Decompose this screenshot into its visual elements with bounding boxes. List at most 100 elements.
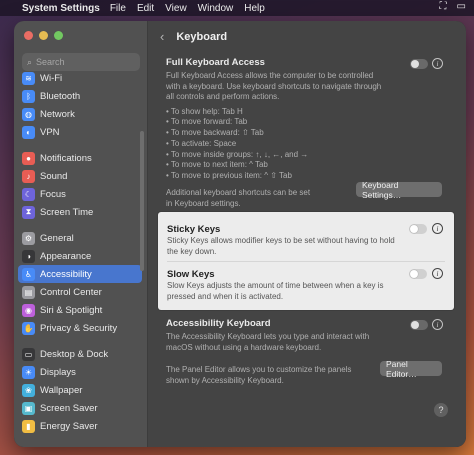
full-keyboard-access-section: Full Keyboard Access Full Keyboard Acces… xyxy=(166,57,448,182)
sticky-keys-toggle[interactable] xyxy=(409,224,427,234)
sidebar-item-network[interactable]: ◍ Network xyxy=(18,105,142,123)
sidebar-item-sound[interactable]: ♪ Sound xyxy=(18,167,142,185)
sidebar-item-label: Appearance xyxy=(40,250,92,262)
sidebar-item-accessibility[interactable]: ♿ Accessibility xyxy=(18,265,142,283)
sidebar-item-label: Focus xyxy=(40,188,66,200)
menu-view[interactable]: View xyxy=(165,3,187,14)
sidebar-item-wi-fi[interactable]: ≋ Wi-Fi xyxy=(18,69,142,87)
shortcut-item: • To move inside groups: ↑, ↓, ←, and → xyxy=(166,149,309,159)
moon-icon: ☾ xyxy=(22,187,35,201)
control-center-icon: ▤ xyxy=(22,285,35,299)
sidebar-item-label: Privacy & Security xyxy=(40,322,118,334)
menu-edit[interactable]: Edit xyxy=(137,3,154,14)
shortcut-item: • To activate: Space xyxy=(166,138,237,148)
globe-icon: ◍ xyxy=(22,107,35,121)
hand-icon: ✋ xyxy=(22,321,35,335)
sticky-keys-title: Sticky Keys xyxy=(167,224,221,235)
sidebar-item-label: Siri & Spotlight xyxy=(40,304,103,316)
sidebar-item-wallpaper[interactable]: ❀ Wallpaper xyxy=(18,381,142,399)
additional-shortcuts-text: Additional keyboard shortcuts can be set… xyxy=(166,188,311,208)
accessibility-keyboard-info-icon[interactable]: i xyxy=(432,319,443,330)
sidebar-item-siri-spotlight[interactable]: ◉ Siri & Spotlight xyxy=(18,301,142,319)
bell-icon: ● xyxy=(22,151,35,165)
help-button[interactable]: ? xyxy=(434,403,448,417)
slow-keys-toggle[interactable] xyxy=(409,269,427,279)
dock-icon: ▭ xyxy=(22,347,35,361)
accessibility-keyboard-section: Accessibility Keyboard The Accessibility… xyxy=(166,318,448,353)
slow-keys-title: Slow Keys xyxy=(167,269,215,280)
window-controls xyxy=(24,31,63,40)
sticky-slow-keys-highlight: Sticky Keys Sticky Keys allows modifier … xyxy=(158,212,454,310)
sticky-keys-info-icon[interactable]: i xyxy=(432,223,443,234)
search-input[interactable] xyxy=(36,57,127,67)
shortcut-item: • To show help: Tab H xyxy=(166,106,243,116)
appearance-icon: ◑ xyxy=(22,249,35,263)
zoom-button[interactable] xyxy=(54,31,63,40)
sidebar-item-focus[interactable]: ☾ Focus xyxy=(18,185,142,203)
sidebar-item-label: Notifications xyxy=(40,152,92,164)
shortcut-item: • To move forward: Tab xyxy=(166,117,248,127)
sidebar-item-energy-saver[interactable]: ▮ Energy Saver xyxy=(18,417,142,435)
shortcut-item: • To move to next item: ^ Tab xyxy=(166,160,268,170)
wallpaper-icon: ❀ xyxy=(22,383,35,397)
wifi-icon: ≋ xyxy=(22,71,35,85)
sidebar-item-screen-time[interactable]: ⧗ Screen Time xyxy=(18,203,142,221)
accessibility-keyboard-toggle[interactable] xyxy=(410,320,428,330)
sidebar-item-notifications[interactable]: ● Notifications xyxy=(18,149,142,167)
sidebar-item-label: Energy Saver xyxy=(40,420,98,432)
full-keyboard-access-title: Full Keyboard Access xyxy=(166,57,265,68)
battery-icon: ▮ xyxy=(22,419,35,433)
sidebar-item-label: Screen Saver xyxy=(40,402,98,414)
slow-keys-description: Slow Keys adjusts the amount of time bet… xyxy=(167,281,384,301)
sidebar-item-label: Desktop & Dock xyxy=(40,348,109,360)
minimize-button[interactable] xyxy=(39,31,48,40)
keyboard-settings-button[interactable]: Keyboard Settings… xyxy=(356,180,442,200)
bluetooth-icon: ᛒ xyxy=(22,89,35,103)
screenshot-icon[interactable]: ⛶ xyxy=(440,1,447,12)
sidebar-item-bluetooth[interactable]: ᛒ Bluetooth xyxy=(18,87,142,105)
close-button[interactable] xyxy=(24,31,33,40)
panel-editor-button[interactable]: Panel Editor… xyxy=(380,359,442,379)
speaker-icon: ♪ xyxy=(22,169,35,183)
sidebar-item-label: Screen Time xyxy=(40,206,94,218)
sidebar-item-label: Wallpaper xyxy=(40,384,83,396)
menu-extras: ⛶ ▭ xyxy=(440,1,466,12)
hourglass-icon: ⧗ xyxy=(22,205,35,219)
panel-editor-text: The Panel Editor allows you to customize… xyxy=(166,365,352,385)
sidebar-item-desktop-dock[interactable]: ▭ Desktop & Dock xyxy=(18,345,142,363)
sidebar-item-label: Sound xyxy=(40,170,68,182)
full-keyboard-access-info-icon[interactable]: i xyxy=(432,58,443,69)
accessibility-keyboard-title: Accessibility Keyboard xyxy=(166,318,271,329)
sidebar-item-general[interactable]: ⚙ General xyxy=(18,229,142,247)
search-icon: ⌕ xyxy=(27,56,33,67)
screensaver-icon: ▣ xyxy=(22,401,35,415)
sidebar-item-appearance[interactable]: ◑ Appearance xyxy=(18,247,142,265)
sidebar-item-displays[interactable]: ☀ Displays xyxy=(18,363,142,381)
menu-app-name[interactable]: System Settings xyxy=(22,3,100,14)
page-header: ‹ Keyboard xyxy=(160,29,227,44)
sidebar-item-label: Control Center xyxy=(40,286,102,298)
sidebar-item-privacy-security[interactable]: ✋ Privacy & Security xyxy=(18,319,142,337)
sidebar-item-label: Displays xyxy=(40,366,76,378)
accessibility-keyboard-description: The Accessibility Keyboard lets you type… xyxy=(166,332,370,352)
sidebar-item-control-center[interactable]: ▤ Control Center xyxy=(18,283,142,301)
sidebar-item-label: Bluetooth xyxy=(40,90,81,102)
menu-help[interactable]: Help xyxy=(244,3,265,14)
sticky-keys-description: Sticky Keys allows modifier keys to be s… xyxy=(167,236,395,256)
menu-bar: System Settings File Edit View Window He… xyxy=(0,0,474,16)
full-keyboard-access-toggle[interactable] xyxy=(410,59,428,69)
menu-window[interactable]: Window xyxy=(198,3,234,14)
menu-file[interactable]: File xyxy=(110,3,126,14)
sidebar-item-screen-saver[interactable]: ▣ Screen Saver xyxy=(18,399,142,417)
sidebar: ⌕ ≋ Wi-Fi ᛒ Bluetooth ◍ Network ◐ VPN ● Notificat… xyxy=(14,21,148,447)
sidebar-item-label: General xyxy=(40,232,74,244)
shortcut-item: • To move backward: ⇧ Tab xyxy=(166,128,264,138)
back-chevron-icon[interactable]: ‹ xyxy=(160,29,164,44)
slow-keys-info-icon[interactable]: i xyxy=(432,268,443,279)
menu-extra-icon[interactable]: ▭ xyxy=(457,1,466,12)
sidebar-scrollbar[interactable] xyxy=(140,131,144,271)
sidebar-item-label: Accessibility xyxy=(40,268,92,280)
sidebar-item-vpn[interactable]: ◐ VPN xyxy=(18,123,142,141)
divider xyxy=(167,261,445,262)
shortcut-list: • To show help: Tab H • To move forward: … xyxy=(166,107,448,183)
